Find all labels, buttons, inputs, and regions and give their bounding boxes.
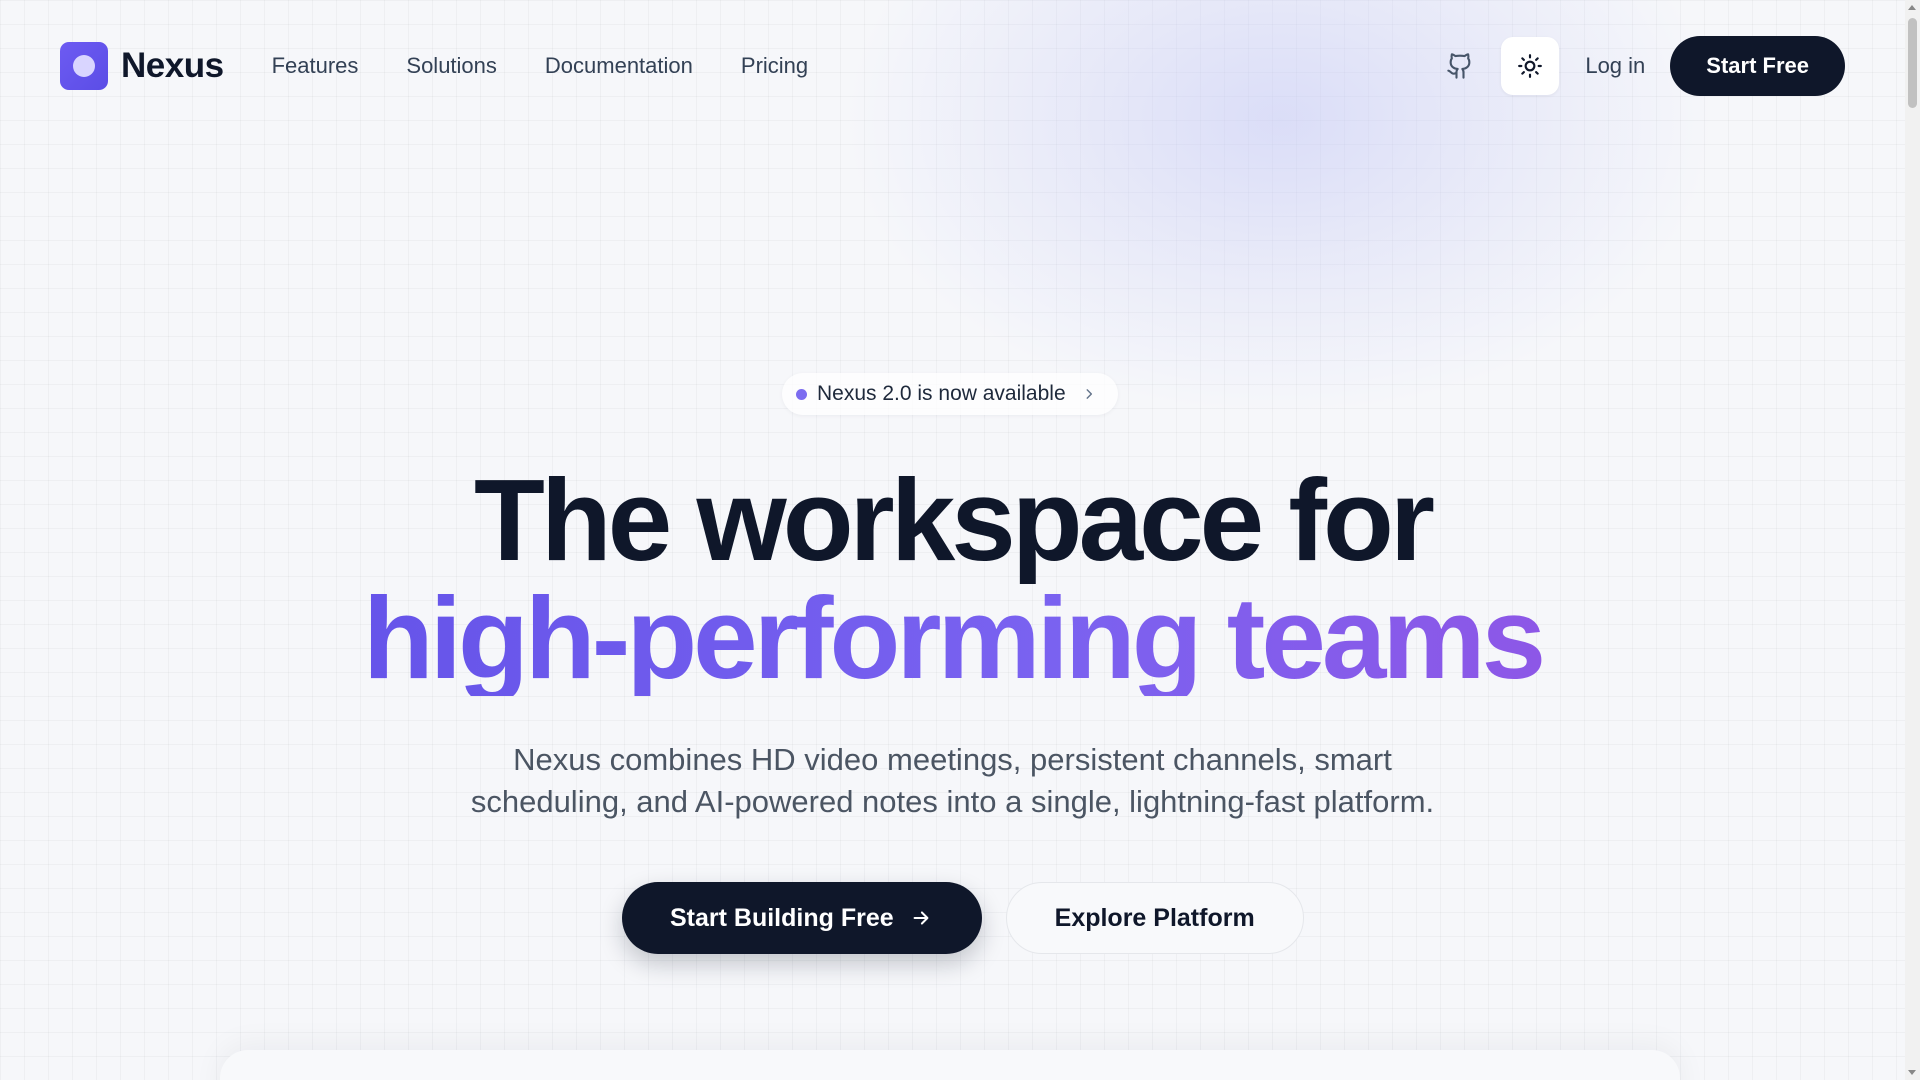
start-free-button[interactable]: Start Free — [1670, 36, 1845, 96]
start-building-free-label: Start Building Free — [670, 903, 894, 932]
logo-mark-icon — [60, 42, 108, 90]
sun-icon — [1518, 54, 1543, 78]
nav-link-features[interactable]: Features — [272, 53, 359, 79]
nav-link-solutions[interactable]: Solutions — [406, 53, 497, 79]
top-nav: Nexus Features Solutions Documentation P… — [0, 0, 1905, 132]
hero-subtitle-line1: Nexus combines HD video meetings, persis… — [513, 742, 1392, 777]
nav-link-pricing[interactable]: Pricing — [741, 53, 808, 79]
page-scrollbar[interactable] — [1905, 0, 1920, 1080]
brand-name: Nexus — [121, 46, 224, 85]
release-badge[interactable]: Nexus 2.0 is now available — [782, 373, 1118, 415]
chevron-right-icon — [1086, 389, 1092, 399]
hero-headline-line1: The workspace for — [474, 455, 1435, 585]
badge-dot-icon — [796, 388, 807, 400]
github-icon — [1447, 53, 1471, 79]
logo-dot — [73, 55, 95, 77]
brand-logo-link[interactable]: Nexus — [60, 42, 224, 90]
start-building-free-button[interactable]: Start Building Free — [622, 882, 982, 954]
nav-actions: Log in Start Free — [1431, 36, 1845, 96]
hero-headline-line2: high-performing teams — [0, 580, 1905, 696]
scroll-up-arrow-icon[interactable] — [1908, 5, 1916, 10]
nav-link-documentation[interactable]: Documentation — [545, 53, 693, 79]
scroll-thumb[interactable] — [1908, 18, 1917, 108]
explore-platform-button[interactable]: Explore Platform — [1005, 882, 1304, 954]
login-link[interactable]: Log in — [1585, 53, 1645, 79]
scroll-down-arrow-icon[interactable] — [1908, 1070, 1916, 1075]
github-button[interactable] — [1431, 37, 1489, 95]
landing-page: Nexus Features Solutions Documentation P… — [0, 0, 1920, 1080]
arrow-right-icon — [913, 911, 929, 925]
theme-toggle-button[interactable] — [1501, 37, 1560, 95]
badge-text: Nexus 2.0 is now available — [817, 382, 1066, 405]
nav-links: Features Solutions Documentation Pricing — [272, 53, 809, 79]
hero-subtitle-line2: scheduling, and AI-powered notes into a … — [470, 784, 1435, 819]
product-preview-edge — [220, 1050, 1680, 1080]
hero-cta-row: Start Building Free Explore Platform — [622, 882, 1304, 954]
